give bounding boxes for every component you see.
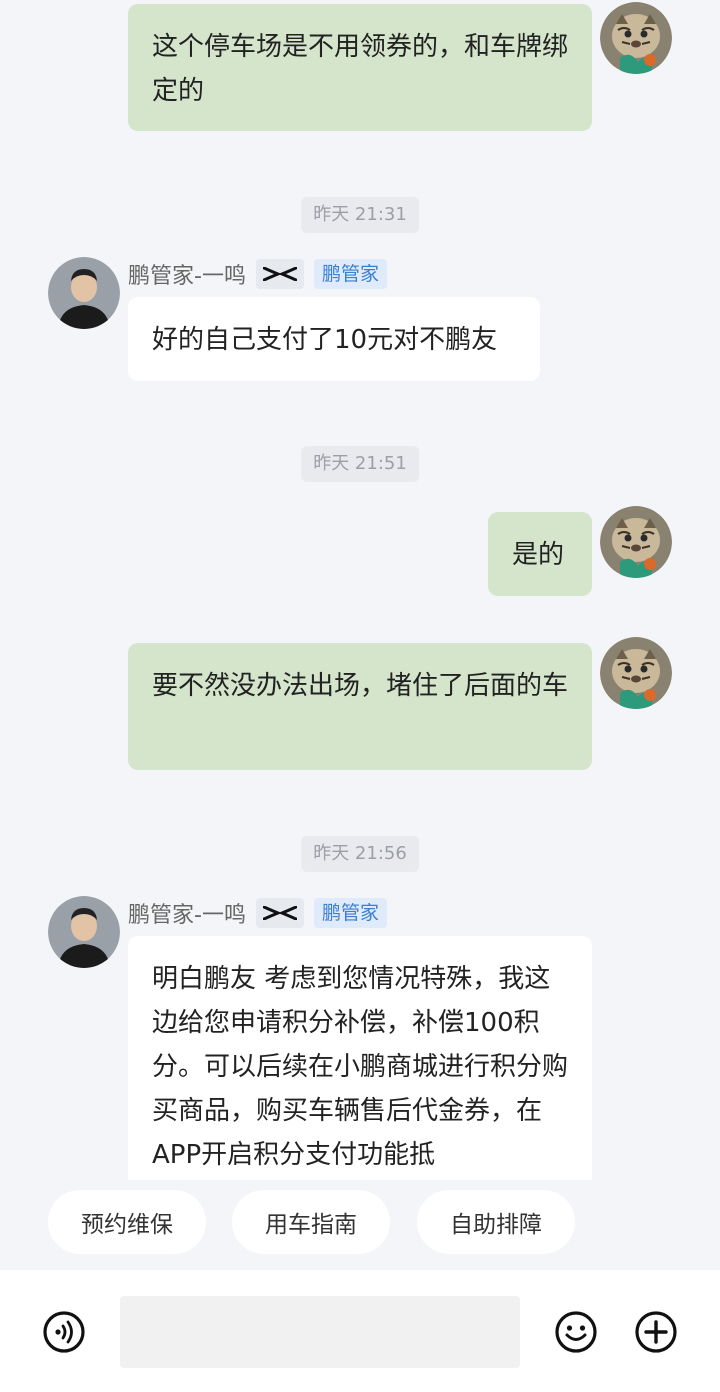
quick-reply-maintenance[interactable]: 预约维保 bbox=[48, 1190, 206, 1254]
timestamp: 昨天 21:51 bbox=[301, 446, 419, 482]
message-text: 要不然没办法出场，堵住了后面的车 bbox=[152, 671, 569, 701]
timestamp: 昨天 21:31 bbox=[301, 197, 419, 233]
quick-reply-guide[interactable]: 用车指南 bbox=[232, 1190, 390, 1254]
user-avatar[interactable] bbox=[600, 637, 672, 709]
sender-name: 鹏管家-一鸣 bbox=[128, 903, 246, 928]
message-bubble-incoming[interactable]: 好的自己支付了10元对不鹏友 bbox=[128, 297, 540, 381]
timestamp: 昨天 21:56 bbox=[301, 836, 419, 872]
sender-row: 鹏管家-一鸣 鹏管家 bbox=[128, 896, 387, 930]
quick-reply-troubleshoot[interactable]: 自助排障 bbox=[417, 1190, 575, 1254]
message-bubble-outgoing[interactable]: 是的 bbox=[488, 512, 592, 596]
message-bubble-outgoing[interactable]: 这个停车场是不用领券的，和车牌绑定的 bbox=[128, 4, 592, 131]
message-bubble-outgoing[interactable]: 要不然没办法出场，堵住了后面的车 bbox=[128, 643, 592, 770]
role-badge: 鹏管家 bbox=[313, 259, 387, 289]
agent-avatar[interactable] bbox=[48, 257, 120, 329]
message-text: 明白鹏友 考虑到您情况特殊，我这边给您申请积分补偿，补偿100积分。可以后续在小… bbox=[152, 964, 569, 1170]
message-text: 这个停车场是不用领券的，和车牌绑定的 bbox=[152, 32, 569, 106]
message-input[interactable] bbox=[120, 1296, 520, 1368]
message-bubble-incoming[interactable]: 明白鹏友 考虑到您情况特殊，我这边给您申请积分补偿，补偿100积分。可以后续在小… bbox=[128, 936, 592, 1180]
user-avatar[interactable] bbox=[600, 506, 672, 578]
role-badge: 鹏管家 bbox=[313, 898, 387, 928]
sender-name: 鹏管家-一鸣 bbox=[128, 264, 246, 289]
message-text: 是的 bbox=[512, 540, 565, 570]
quick-reply-bar: 预约维保 用车指南 自助排障 bbox=[0, 1190, 720, 1260]
emoji-icon[interactable] bbox=[554, 1310, 598, 1354]
agent-avatar[interactable] bbox=[48, 896, 120, 968]
xpeng-logo-icon bbox=[255, 259, 304, 289]
xpeng-logo-icon bbox=[255, 898, 304, 928]
message-text: 好的自己支付了10元对不鹏友 bbox=[152, 325, 498, 355]
chat-area[interactable]: 这个停车场是不用领券的，和车牌绑定的 昨天 21:31 鹏管家-一鸣 鹏管家 好… bbox=[0, 0, 720, 1180]
input-bar bbox=[0, 1270, 720, 1392]
user-avatar[interactable] bbox=[600, 2, 672, 74]
sender-row: 鹏管家-一鸣 鹏管家 bbox=[128, 257, 387, 291]
plus-icon[interactable] bbox=[634, 1310, 678, 1354]
voice-icon[interactable] bbox=[42, 1310, 86, 1354]
